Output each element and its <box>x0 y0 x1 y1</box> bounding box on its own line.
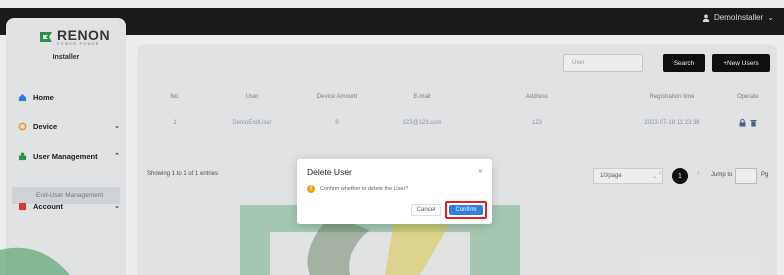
cancel-button[interactable]: Cancel <box>411 204 441 216</box>
dialog-message: ! Confirm whether to delete the User? <box>307 185 408 193</box>
confirm-button[interactable]: Confirm <box>449 205 483 215</box>
confirm-highlight: Confirm <box>445 201 487 219</box>
warning-icon: ! <box>307 185 315 193</box>
dialog-title: Delete User <box>307 167 352 177</box>
close-icon[interactable]: × <box>478 166 483 176</box>
delete-user-dialog: Delete User × ! Confirm whether to delet… <box>297 159 492 224</box>
dialog-message-text: Confirm whether to delete the User? <box>320 186 409 192</box>
modal-overlay <box>0 0 784 275</box>
